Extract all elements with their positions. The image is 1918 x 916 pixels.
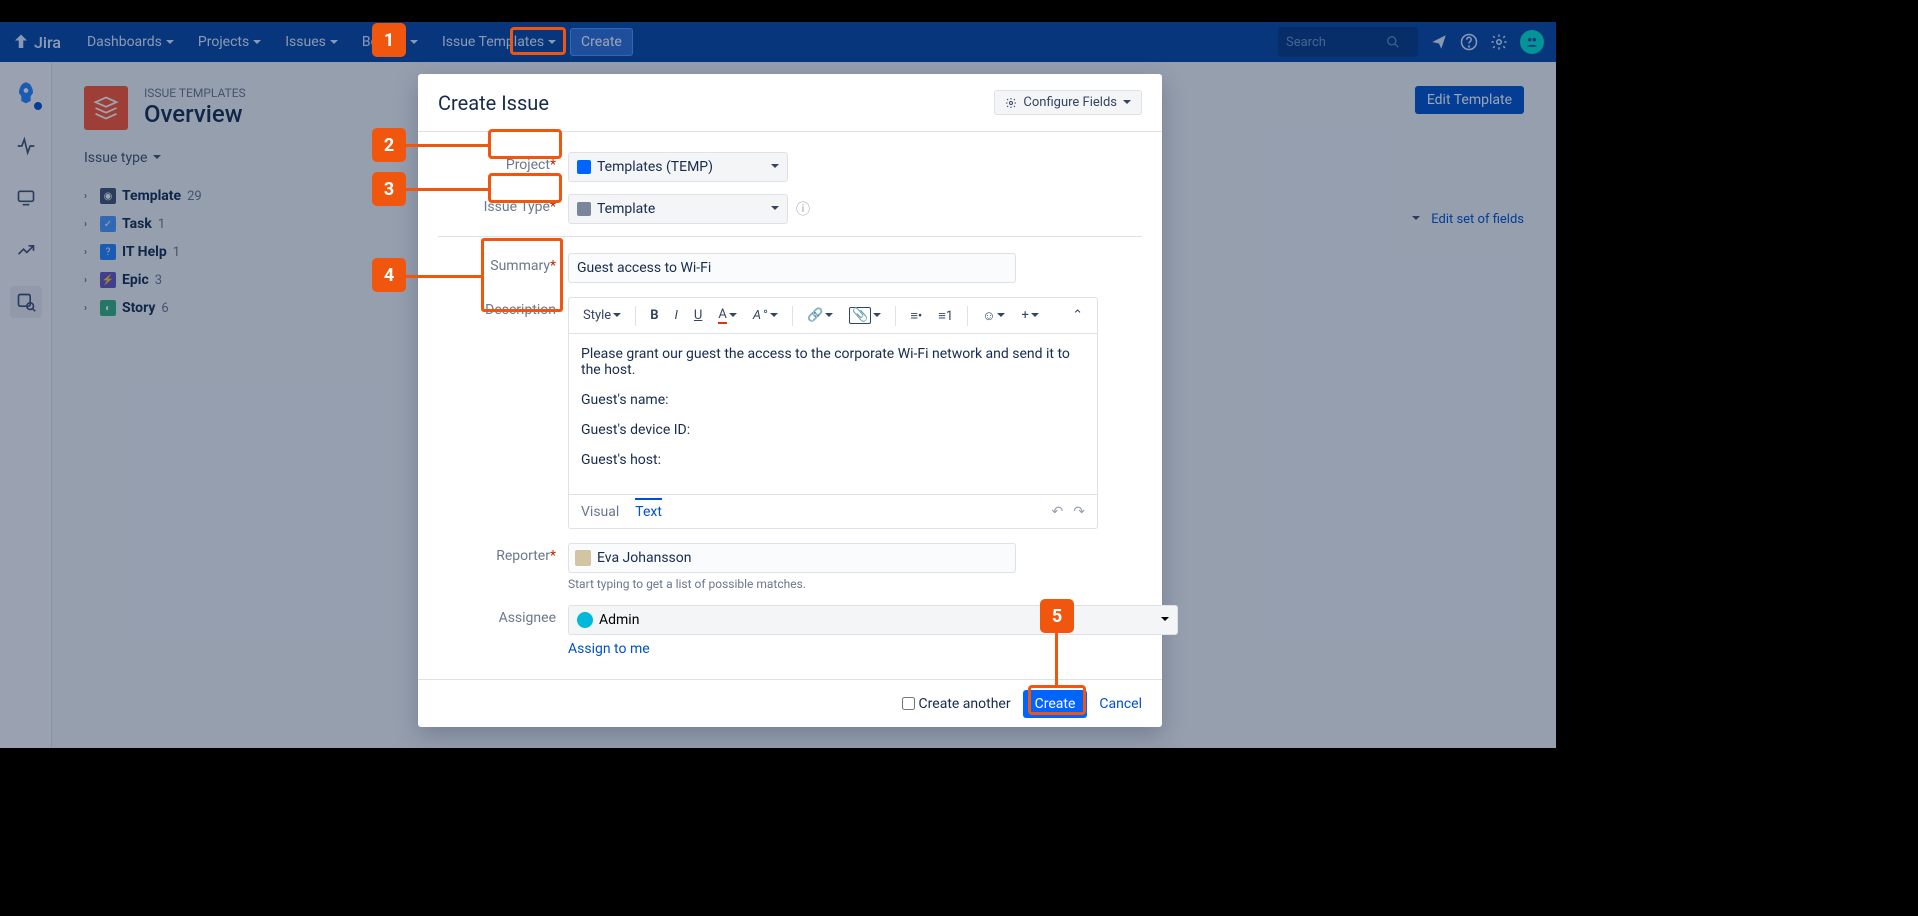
- annotation-5-line: [1055, 633, 1058, 685]
- number-list-button[interactable]: ≡1: [932, 304, 959, 328]
- summary-input[interactable]: [568, 253, 1016, 283]
- editor-toolbar: Style B I U A A° 🔗 📎 ≡• ≡1: [569, 298, 1097, 334]
- description-editor: Style B I U A A° 🔗 📎 ≡• ≡1: [568, 297, 1098, 529]
- underline-button[interactable]: U: [688, 304, 708, 327]
- annotation-2-box: [488, 129, 562, 159]
- annotation-4-box: [481, 238, 563, 312]
- undo-button[interactable]: ↶: [1052, 504, 1064, 520]
- divider: [438, 236, 1142, 237]
- assignee-avatar: [577, 612, 593, 628]
- help-icon[interactable]: ⓘ: [796, 199, 810, 219]
- window-frame-shadow: [324, 0, 464, 22]
- attachment-button[interactable]: 📎: [843, 303, 887, 328]
- reporter-hint: Start typing to get a list of possible m…: [568, 577, 1142, 591]
- annotation-4-line: [406, 275, 481, 278]
- reporter-input[interactable]: Eva Johansson: [568, 543, 1016, 573]
- more-format-button[interactable]: A°: [747, 304, 784, 327]
- annotation-3-box: [488, 173, 562, 203]
- project-icon: [577, 160, 591, 174]
- bold-button[interactable]: B: [644, 304, 664, 327]
- bullet-list-button[interactable]: ≡•: [904, 304, 928, 328]
- assignee-label: Assignee: [438, 605, 568, 626]
- editor-body[interactable]: Please grant our guest the access to the…: [569, 334, 1097, 494]
- chevron-down-icon: [771, 162, 779, 173]
- annotation-2: 2: [372, 128, 406, 162]
- app-window: Jira Dashboards Projects Issues Boards I…: [0, 22, 1556, 748]
- chevron-down-icon: [997, 308, 1005, 323]
- dialog-header: Create Issue Configure Fields: [418, 74, 1162, 132]
- annotation-5-box: [1028, 685, 1086, 715]
- link-button[interactable]: 🔗: [801, 304, 839, 327]
- reporter-label: Reporter*: [438, 543, 568, 564]
- annotation-3-line: [406, 188, 488, 191]
- insert-button[interactable]: +: [1015, 304, 1044, 327]
- italic-button[interactable]: I: [668, 304, 683, 327]
- redo-button[interactable]: ↷: [1073, 504, 1085, 520]
- chevron-down-icon: [729, 308, 737, 323]
- assignee-select[interactable]: Admin: [568, 605, 1178, 635]
- annotation-5: 5: [1040, 599, 1074, 633]
- tab-visual[interactable]: Visual: [581, 500, 619, 524]
- annotation-4: 4: [372, 258, 406, 292]
- chevron-down-icon: [771, 204, 779, 215]
- annotation-1: 1: [372, 23, 406, 57]
- annotation-1-box: [510, 27, 566, 55]
- chevron-down-icon: [770, 308, 778, 323]
- chevron-down-icon: [825, 308, 833, 323]
- cancel-button[interactable]: Cancel: [1099, 696, 1142, 712]
- reporter-avatar: [575, 550, 591, 566]
- annotation-2-line: [406, 144, 488, 147]
- emoji-button[interactable]: ☺: [976, 304, 1011, 328]
- dialog-title: Create Issue: [438, 91, 549, 115]
- dialog-body: Project* Templates (TEMP) Issue Type* Te…: [418, 132, 1162, 679]
- template-icon: [577, 202, 591, 216]
- assign-to-me-link[interactable]: Assign to me: [568, 641, 650, 657]
- create-another-checkbox[interactable]: Create another: [902, 696, 1011, 712]
- chevron-down-icon: [1161, 615, 1169, 626]
- annotation-3: 3: [372, 172, 406, 206]
- chevron-down-icon: [613, 308, 621, 323]
- create-another-input[interactable]: [902, 697, 915, 710]
- editor-tabs: Visual Text ↶ ↷: [569, 494, 1097, 528]
- color-button[interactable]: A: [712, 303, 742, 328]
- configure-fields-button[interactable]: Configure Fields: [994, 90, 1142, 115]
- chevron-down-icon: [873, 308, 881, 323]
- issuetype-select[interactable]: Template: [568, 194, 788, 224]
- collapse-button[interactable]: ⌃: [1066, 304, 1089, 327]
- chevron-down-icon: [1031, 308, 1039, 323]
- project-select[interactable]: Templates (TEMP): [568, 152, 788, 182]
- chevron-down-icon: [1123, 95, 1131, 110]
- gear-icon: [1005, 97, 1017, 109]
- style-dropdown[interactable]: Style: [577, 304, 627, 327]
- tab-text[interactable]: Text: [635, 498, 662, 524]
